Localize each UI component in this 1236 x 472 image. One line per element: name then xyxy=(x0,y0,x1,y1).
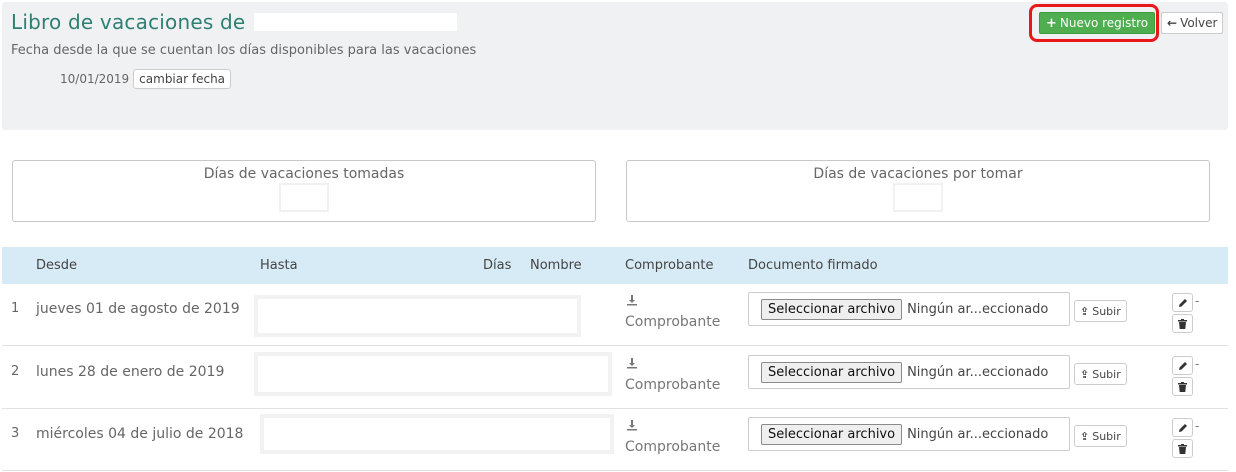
table-row: 1 jueves 01 de agosto de 2019 Comprobant… xyxy=(2,284,1228,346)
row-desde: jueves 01 de agosto de 2019 xyxy=(36,301,240,317)
file-name: Ningún ar...eccionado xyxy=(907,301,1049,317)
page-title: Libro de vacaciones de xyxy=(11,10,246,34)
start-date-value: 10/01/2019 xyxy=(60,72,130,86)
pencil-icon xyxy=(1178,423,1187,432)
file-name: Ningún ar...eccionado xyxy=(907,364,1049,380)
plus-icon: + xyxy=(1046,15,1057,31)
taken-days-label: Días de vacaciones tomadas xyxy=(203,166,405,182)
row-hasta-redacted xyxy=(254,295,581,337)
remaining-days-value xyxy=(893,183,943,212)
file-name: Ningún ar...eccionado xyxy=(907,426,1049,442)
pencil-icon xyxy=(1178,298,1187,307)
file-input[interactable]: Seleccionar archivo Ningún ar...eccionad… xyxy=(748,292,1070,326)
download-icon[interactable] xyxy=(626,294,638,309)
download-icon[interactable] xyxy=(626,419,638,434)
column-dias: Días xyxy=(483,258,512,273)
row-desde: lunes 28 de enero de 2019 xyxy=(36,364,225,380)
table-row: 2 lunes 28 de enero de 2019 Comprobante … xyxy=(2,347,1228,409)
taken-days-box: Días de vacaciones tomadas xyxy=(12,160,596,222)
change-date-button[interactable]: cambiar fecha xyxy=(133,69,232,89)
upload-label: Subir xyxy=(1092,429,1121,443)
row-index: 1 xyxy=(11,301,20,316)
row-index: 3 xyxy=(11,426,20,441)
table-header: Desde Hasta Días Nombre Comprobante Docu… xyxy=(2,247,1228,284)
edit-button[interactable] xyxy=(1172,418,1193,437)
trash-icon xyxy=(1178,443,1187,454)
select-file-button[interactable]: Seleccionar archivo xyxy=(761,423,903,445)
upload-button[interactable]: ⇪ Subir xyxy=(1074,363,1127,385)
upload-button[interactable]: ⇪ Subir xyxy=(1074,300,1127,322)
trash-icon xyxy=(1178,381,1187,392)
select-file-button[interactable]: Seleccionar archivo xyxy=(761,361,903,383)
upload-icon: ⇪ xyxy=(1080,304,1090,318)
title-row: Libro de vacaciones de xyxy=(11,10,458,34)
table-row: 3 miércoles 04 de julio de 2018 Comproba… xyxy=(2,409,1228,471)
row-separator: - xyxy=(1195,357,1200,371)
edit-button[interactable] xyxy=(1172,293,1193,312)
column-desde: Desde xyxy=(36,258,78,273)
arrow-left-icon: ← xyxy=(1167,16,1178,30)
column-documento-firmado: Documento firmado xyxy=(748,258,878,273)
comprobante-link[interactable]: Comprobante xyxy=(625,377,720,393)
row-hasta-redacted xyxy=(260,414,614,454)
employee-name-redacted xyxy=(254,13,458,31)
file-input[interactable]: Seleccionar archivo Ningún ar...eccionad… xyxy=(748,355,1070,389)
column-hasta: Hasta xyxy=(260,258,298,273)
delete-button[interactable] xyxy=(1172,439,1193,458)
comprobante-link[interactable]: Comprobante xyxy=(625,439,720,455)
upload-label: Subir xyxy=(1092,304,1121,318)
new-record-button[interactable]: + Nuevo registro xyxy=(1039,12,1156,34)
trash-icon xyxy=(1178,318,1187,329)
file-input[interactable]: Seleccionar archivo Ningún ar...eccionad… xyxy=(748,417,1070,451)
upload-icon: ⇪ xyxy=(1080,429,1090,443)
page-subtitle: Fecha desde la que se cuentan los días d… xyxy=(11,43,477,58)
back-button[interactable]: ← Volver xyxy=(1161,12,1224,34)
delete-button[interactable] xyxy=(1172,314,1193,333)
upload-button[interactable]: ⇪ Subir xyxy=(1074,425,1127,447)
new-record-label: Nuevo registro xyxy=(1059,16,1149,30)
edit-button[interactable] xyxy=(1172,356,1193,375)
delete-button[interactable] xyxy=(1172,377,1193,396)
taken-days-value xyxy=(279,183,329,212)
select-file-button[interactable]: Seleccionar archivo xyxy=(761,298,903,320)
remaining-days-label: Días de vacaciones por tomar xyxy=(813,166,1023,182)
upload-icon: ⇪ xyxy=(1080,367,1090,381)
remaining-days-box: Días de vacaciones por tomar xyxy=(626,160,1210,222)
comprobante-link[interactable]: Comprobante xyxy=(625,314,720,330)
row-desde: miércoles 04 de julio de 2018 xyxy=(36,426,244,442)
row-separator: - xyxy=(1195,419,1200,433)
download-icon[interactable] xyxy=(626,357,638,372)
upload-label: Subir xyxy=(1092,367,1121,381)
pencil-icon xyxy=(1178,361,1187,370)
back-label: Volver xyxy=(1180,16,1218,30)
column-comprobante: Comprobante xyxy=(625,258,714,273)
column-nombre: Nombre xyxy=(530,258,582,273)
row-separator: - xyxy=(1195,294,1200,308)
start-date-row: 10/01/2019 cambiar fecha xyxy=(60,69,232,89)
row-hasta-redacted xyxy=(254,352,612,396)
row-index: 2 xyxy=(11,364,20,379)
